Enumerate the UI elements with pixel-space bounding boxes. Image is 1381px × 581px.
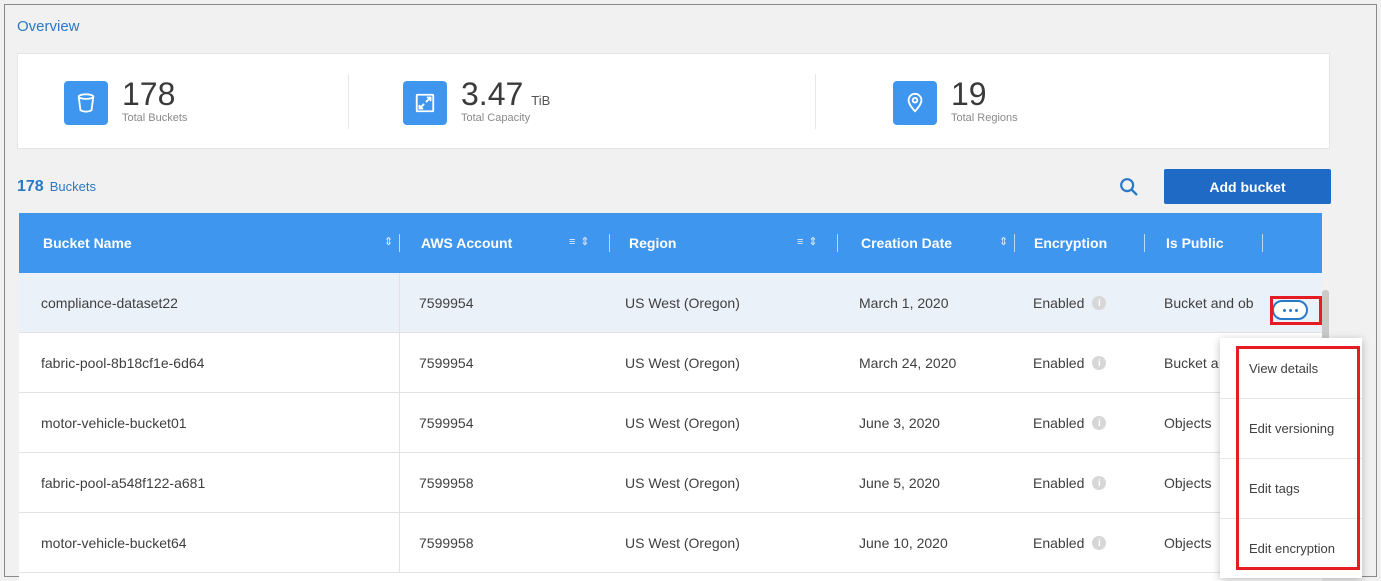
info-icon[interactable]: i bbox=[1092, 296, 1107, 310]
is-public: Bucket a bbox=[1164, 355, 1219, 371]
aws-account: 7599954 bbox=[419, 415, 474, 431]
aws-account: 7599954 bbox=[419, 295, 474, 311]
bucket-name[interactable]: compliance-dataset22 bbox=[41, 273, 178, 333]
column-header-encryption[interactable]: Encryption bbox=[1034, 213, 1107, 273]
table-header: Bucket Name ⇕ AWS Account ≡ ⇕ Region ≡ ⇕ C… bbox=[19, 213, 1322, 273]
column-header-aws-account[interactable]: AWS Account bbox=[421, 213, 512, 273]
is-public: Objects bbox=[1164, 535, 1212, 551]
location-pin-icon bbox=[893, 81, 937, 125]
stats-card: 178 Total Buckets 3.47 TiB Total Capacit… bbox=[17, 53, 1330, 149]
aws-account: 7599958 bbox=[419, 535, 474, 551]
buckets-table: compliance-dataset22 7599954 US West (Or… bbox=[19, 273, 1322, 581]
creation-date: March 24, 2020 bbox=[859, 355, 957, 371]
stat-value: 178 bbox=[122, 76, 176, 112]
buckets-count: 178 bbox=[17, 178, 44, 195]
is-public: Objects bbox=[1164, 475, 1212, 491]
table-row[interactable]: compliance-dataset22 7599954 US West (Or… bbox=[19, 273, 1322, 333]
column-header-creation-date[interactable]: Creation Date bbox=[861, 213, 952, 273]
stat-divider bbox=[815, 74, 816, 129]
column-header-bucket-name[interactable]: Bucket Name bbox=[43, 213, 132, 273]
is-public: Objects bbox=[1164, 415, 1212, 431]
creation-date: March 1, 2020 bbox=[859, 295, 949, 311]
encryption-status: Enabled bbox=[1033, 295, 1085, 311]
bucket-name[interactable]: fabric-pool-a548f122-a681 bbox=[41, 453, 205, 513]
info-icon[interactable]: i bbox=[1092, 536, 1107, 550]
encryption-status: Enabled bbox=[1033, 415, 1085, 431]
search-icon[interactable] bbox=[1118, 176, 1140, 198]
column-header-region[interactable]: Region bbox=[629, 213, 676, 273]
filter-icon[interactable]: ≡ bbox=[797, 236, 803, 248]
bucket-name[interactable]: motor-vehicle-bucket01 bbox=[41, 393, 187, 453]
buckets-label: Buckets bbox=[49, 179, 96, 194]
overview-title: Overview bbox=[17, 18, 80, 35]
sort-icon[interactable]: ⇕ bbox=[384, 235, 393, 248]
aws-account: 7599958 bbox=[419, 475, 474, 491]
encryption-status: Enabled bbox=[1033, 535, 1085, 551]
region: US West (Oregon) bbox=[625, 475, 740, 491]
table-row[interactable]: motor-vehicle-bucket01 7599954 US West (… bbox=[19, 393, 1322, 453]
bucket-name[interactable]: fabric-pool-8b18cf1e-6d64 bbox=[41, 333, 204, 393]
stat-total-capacity: 3.47 TiB Total Capacity bbox=[403, 76, 551, 125]
column-header-is-public[interactable]: Is Public bbox=[1166, 213, 1224, 273]
stat-value: 19 bbox=[951, 76, 987, 112]
stat-value: 3.47 bbox=[461, 76, 524, 112]
table-row[interactable]: fabric-pool-a548f122-a681 7599958 US Wes… bbox=[19, 453, 1322, 513]
region: US West (Oregon) bbox=[625, 295, 740, 311]
stat-label: Total Capacity bbox=[461, 112, 531, 124]
buckets-count-title: 178 Buckets bbox=[17, 178, 96, 196]
more-actions-highlight bbox=[1270, 296, 1322, 325]
add-bucket-button[interactable]: Add bucket bbox=[1164, 169, 1331, 204]
creation-date: June 5, 2020 bbox=[859, 475, 940, 491]
info-icon[interactable]: i bbox=[1092, 476, 1107, 490]
encryption-status: Enabled bbox=[1033, 355, 1085, 371]
region: US West (Oregon) bbox=[625, 355, 740, 371]
creation-date: June 3, 2020 bbox=[859, 415, 940, 431]
table-row[interactable]: fabric-pool-8b18cf1e-6d64 7599954 US Wes… bbox=[19, 333, 1322, 393]
sort-icon[interactable]: ⇕ bbox=[999, 235, 1008, 248]
is-public: Bucket and ob bbox=[1164, 295, 1254, 311]
sort-icon[interactable]: ⇕ bbox=[808, 235, 817, 248]
stat-total-regions: 19 Total Regions bbox=[893, 76, 1018, 125]
info-icon[interactable]: i bbox=[1092, 356, 1107, 370]
aws-account: 7599954 bbox=[419, 355, 474, 371]
menu-highlight bbox=[1236, 346, 1360, 570]
bucket-icon bbox=[64, 81, 108, 125]
stat-label: Total Regions bbox=[951, 112, 1018, 124]
bucket-name[interactable]: motor-vehicle-bucket64 bbox=[41, 513, 187, 573]
region: US West (Oregon) bbox=[625, 415, 740, 431]
info-icon[interactable]: i bbox=[1092, 416, 1107, 430]
region: US West (Oregon) bbox=[625, 535, 740, 551]
stat-unit: TiB bbox=[531, 93, 551, 108]
stat-divider bbox=[348, 74, 349, 129]
creation-date: June 10, 2020 bbox=[859, 535, 948, 551]
expand-icon bbox=[403, 81, 447, 125]
filter-icon[interactable]: ≡ bbox=[569, 236, 575, 248]
encryption-status: Enabled bbox=[1033, 475, 1085, 491]
table-row[interactable]: motor-vehicle-bucket64 7599958 US West (… bbox=[19, 513, 1322, 573]
stat-total-buckets: 178 Total Buckets bbox=[64, 76, 188, 125]
sort-icon[interactable]: ⇕ bbox=[580, 235, 589, 248]
stat-label: Total Buckets bbox=[122, 112, 188, 124]
